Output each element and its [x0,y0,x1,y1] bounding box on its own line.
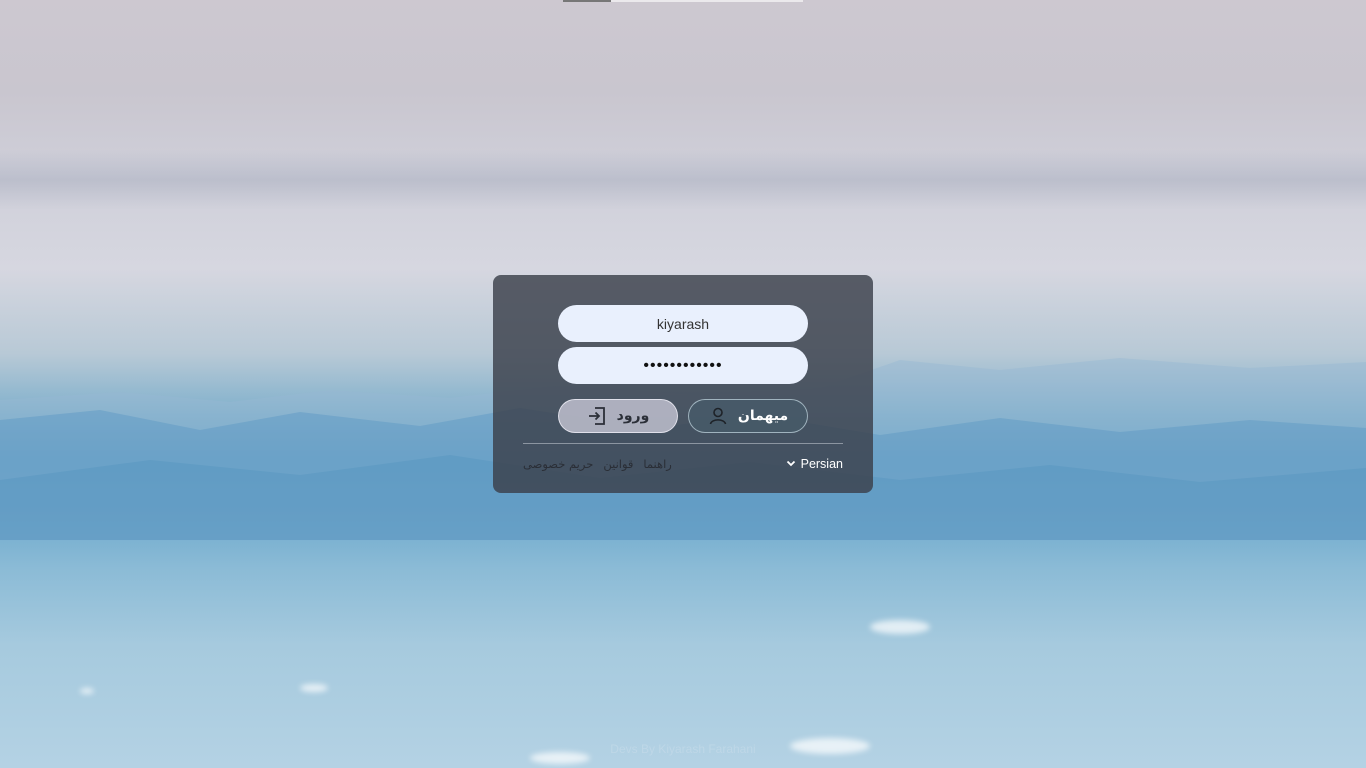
progress-bar [563,0,803,2]
progress-bar-fill [563,0,611,2]
login-button[interactable]: ورود [558,399,678,433]
cloud [870,620,930,634]
help-link[interactable]: راهنما [643,457,671,471]
language-selector[interactable]: Persian [786,457,843,471]
guest-button-label: میهمان [737,408,789,424]
language-label: Persian [800,457,843,471]
username-input[interactable] [558,305,808,342]
cloud [80,688,94,694]
chevron-down-icon [786,457,796,471]
guest-button[interactable]: میهمان [688,399,808,433]
divider [523,443,843,444]
login-button-label: ورود [616,408,650,424]
privacy-link[interactable]: حریم خصوصی [523,457,593,471]
credit-text: Devs By Kiyarash Farahani [610,742,756,756]
login-panel: ورود میهمان راهنما قوانین حریم خصوصی P [493,275,873,493]
cloud [300,684,328,692]
terms-link[interactable]: قوانین [603,457,633,471]
cloud-haze [0,150,1366,210]
footer-links: راهنما قوانین حریم خصوصی [523,457,672,471]
password-input[interactable] [558,347,808,384]
user-icon [708,406,728,426]
login-arrow-icon [587,406,607,426]
